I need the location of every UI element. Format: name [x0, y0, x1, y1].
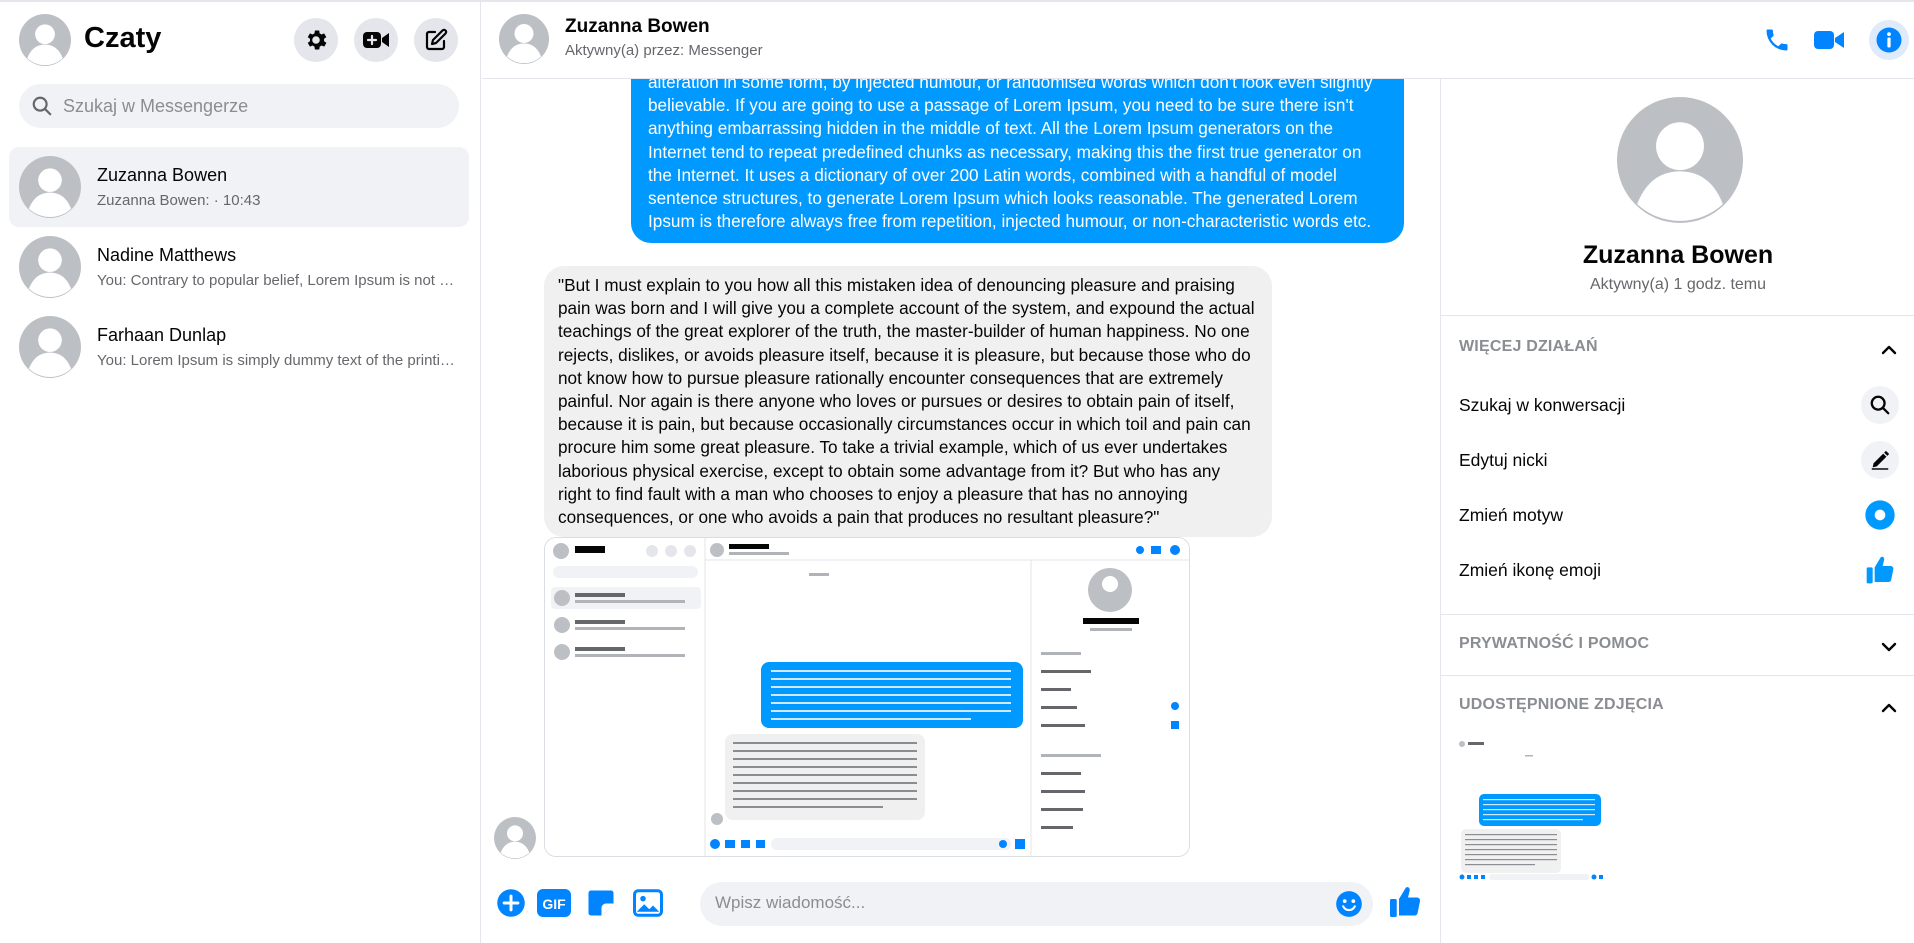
contact-status: Aktywny(a) przez: Messenger — [565, 42, 763, 59]
theme-circle-icon — [1865, 500, 1895, 530]
action-edit-nicknames[interactable]: Edytuj nicki — [1459, 441, 1899, 481]
chat-name: Farhaan Dunlap — [97, 325, 227, 345]
divider — [1441, 315, 1914, 316]
chat-list: Zuzanna Bowen Zuzanna Bowen: · 10:43 Nad… — [9, 147, 469, 387]
sidebar-header: Czaty — [0, 2, 480, 80]
incoming-message[interactable]: "But I must explain to you how all this … — [544, 266, 1272, 538]
action-label: Zmień motyw — [1459, 505, 1564, 525]
search-icon — [32, 96, 52, 116]
chat-item-nadine-matthews[interactable]: Nadine Matthews You: Contrary to popular… — [9, 227, 469, 307]
compose-icon — [425, 28, 448, 51]
action-label: Zmień ikonę emoji — [1459, 560, 1601, 580]
contact-avatar[interactable] — [499, 14, 549, 64]
settings-button[interactable] — [294, 18, 338, 62]
chat-name: Nadine Matthews — [97, 245, 237, 265]
phone-icon — [1766, 29, 1788, 51]
shared-photo-thumbnail[interactable] — [1457, 737, 1605, 883]
message-thread: alteration in some form, by injected hum… — [482, 79, 1440, 862]
chat-preview: You: Lorem Ipsum is simply dummy text of… — [97, 352, 457, 369]
chevron-up-icon — [1881, 703, 1897, 713]
action-icon-wrap — [1861, 551, 1899, 589]
action-label: Edytuj nicki — [1459, 450, 1548, 470]
section-photos-label: UDOSTĘPNIONE ZDJĘCIA — [1459, 696, 1664, 713]
search-icon — [1870, 395, 1890, 415]
search-box[interactable] — [19, 84, 459, 128]
divider — [1441, 675, 1914, 676]
composer: GIF — [482, 862, 1440, 943]
section-privacy-help[interactable]: PRYWATNOŚĆ I POMOC — [1459, 635, 1899, 659]
audio-call-button[interactable] — [1759, 22, 1795, 58]
gif-button[interactable]: GIF — [537, 886, 571, 920]
more-actions-button[interactable] — [494, 886, 528, 920]
video-plus-icon — [363, 32, 389, 48]
contact-name[interactable]: Zuzanna Bowen — [565, 16, 710, 38]
chat-item-zuzanna-bowen[interactable]: Zuzanna Bowen Zuzanna Bowen: · 10:43 — [9, 147, 469, 227]
my-avatar[interactable] — [19, 14, 71, 66]
screenshot-thumbnail — [545, 538, 1189, 856]
video-call-button[interactable] — [1811, 22, 1847, 58]
emoji-button[interactable] — [1335, 890, 1363, 918]
avatar — [19, 316, 81, 378]
chat-name: Zuzanna Bowen — [97, 165, 228, 185]
image-icon — [633, 889, 663, 917]
chevron-down-icon — [1881, 642, 1897, 652]
conversation-header: Zuzanna Bowen Aktywny(a) przez: Messenge… — [482, 2, 1914, 79]
divider — [1441, 614, 1914, 615]
video-camera-icon — [1814, 31, 1844, 49]
avatar — [19, 236, 81, 298]
action-icon-wrap — [1861, 386, 1899, 424]
sticker-button[interactable] — [584, 886, 618, 920]
chat-preview: Zuzanna Bowen: · 10:43 — [97, 192, 261, 209]
action-change-theme[interactable]: Zmień motyw — [1459, 496, 1899, 536]
photo-button[interactable] — [631, 886, 665, 920]
section-more-actions-label: WIĘCEJ DZIAŁAŃ — [1459, 338, 1598, 355]
section-shared-photos[interactable]: UDOSTĘPNIONE ZDJĘCIA — [1459, 696, 1899, 720]
pencil-icon — [1871, 450, 1890, 470]
gif-label: GIF — [542, 896, 566, 912]
chat-item-farhaan-dunlap[interactable]: Farhaan Dunlap You: Lorem Ipsum is simpl… — [9, 307, 469, 387]
message-input-box[interactable] — [700, 882, 1373, 926]
action-search-conversation[interactable]: Szukaj w konwersacji — [1459, 386, 1899, 426]
gif-icon: GIF — [537, 889, 571, 917]
new-message-button[interactable] — [414, 18, 458, 62]
new-video-call-button[interactable] — [354, 18, 398, 62]
sidebar-title: Czaty — [84, 22, 162, 54]
action-icon-wrap — [1861, 496, 1899, 534]
info-icon — [1876, 27, 1902, 53]
search-input[interactable] — [63, 95, 443, 117]
image-attachment[interactable] — [544, 537, 1190, 857]
profile-status: Aktywny(a) 1 godz. temu — [1589, 276, 1767, 293]
avatar — [19, 156, 81, 218]
profile-avatar[interactable] — [1617, 97, 1743, 223]
sender-avatar — [494, 817, 536, 859]
action-label: Szukaj w konwersacji — [1459, 395, 1626, 415]
like-button[interactable] — [1385, 882, 1425, 922]
thumbs-up-icon — [1866, 556, 1894, 584]
section-privacy-label: PRYWATNOŚĆ I POMOC — [1459, 635, 1650, 652]
profile-name: Zuzanna Bowen — [1582, 241, 1774, 269]
action-change-emoji[interactable]: Zmień ikonę emoji — [1459, 551, 1899, 591]
conversation-details-panel: Zuzanna Bowen Aktywny(a) 1 godz. temu WI… — [1440, 79, 1914, 943]
plus-circle-icon — [497, 889, 525, 917]
chat-preview: You: Contrary to popular belief, Lorem I… — [97, 272, 457, 289]
outgoing-message[interactable]: alteration in some form, by injected hum… — [631, 79, 1404, 244]
gear-icon — [307, 30, 327, 50]
shared-photo-image — [1457, 737, 1605, 883]
action-icon-wrap — [1861, 441, 1899, 479]
chevron-up-icon — [1881, 345, 1897, 355]
conversation-info-button[interactable] — [1869, 20, 1909, 60]
sticker-icon — [588, 890, 614, 916]
section-more-actions[interactable]: WIĘCEJ DZIAŁAŃ — [1459, 338, 1899, 362]
sidebar: Czaty Szukaj w Messengerze Zuzanna Bowen… — [0, 2, 481, 943]
messenger-app: Czaty Szukaj w Messengerze Zuzanna Bowen… — [0, 0, 1914, 943]
smiley-icon — [1336, 891, 1362, 917]
thumbs-up-icon — [1390, 887, 1421, 917]
message-input[interactable] — [715, 893, 1295, 913]
